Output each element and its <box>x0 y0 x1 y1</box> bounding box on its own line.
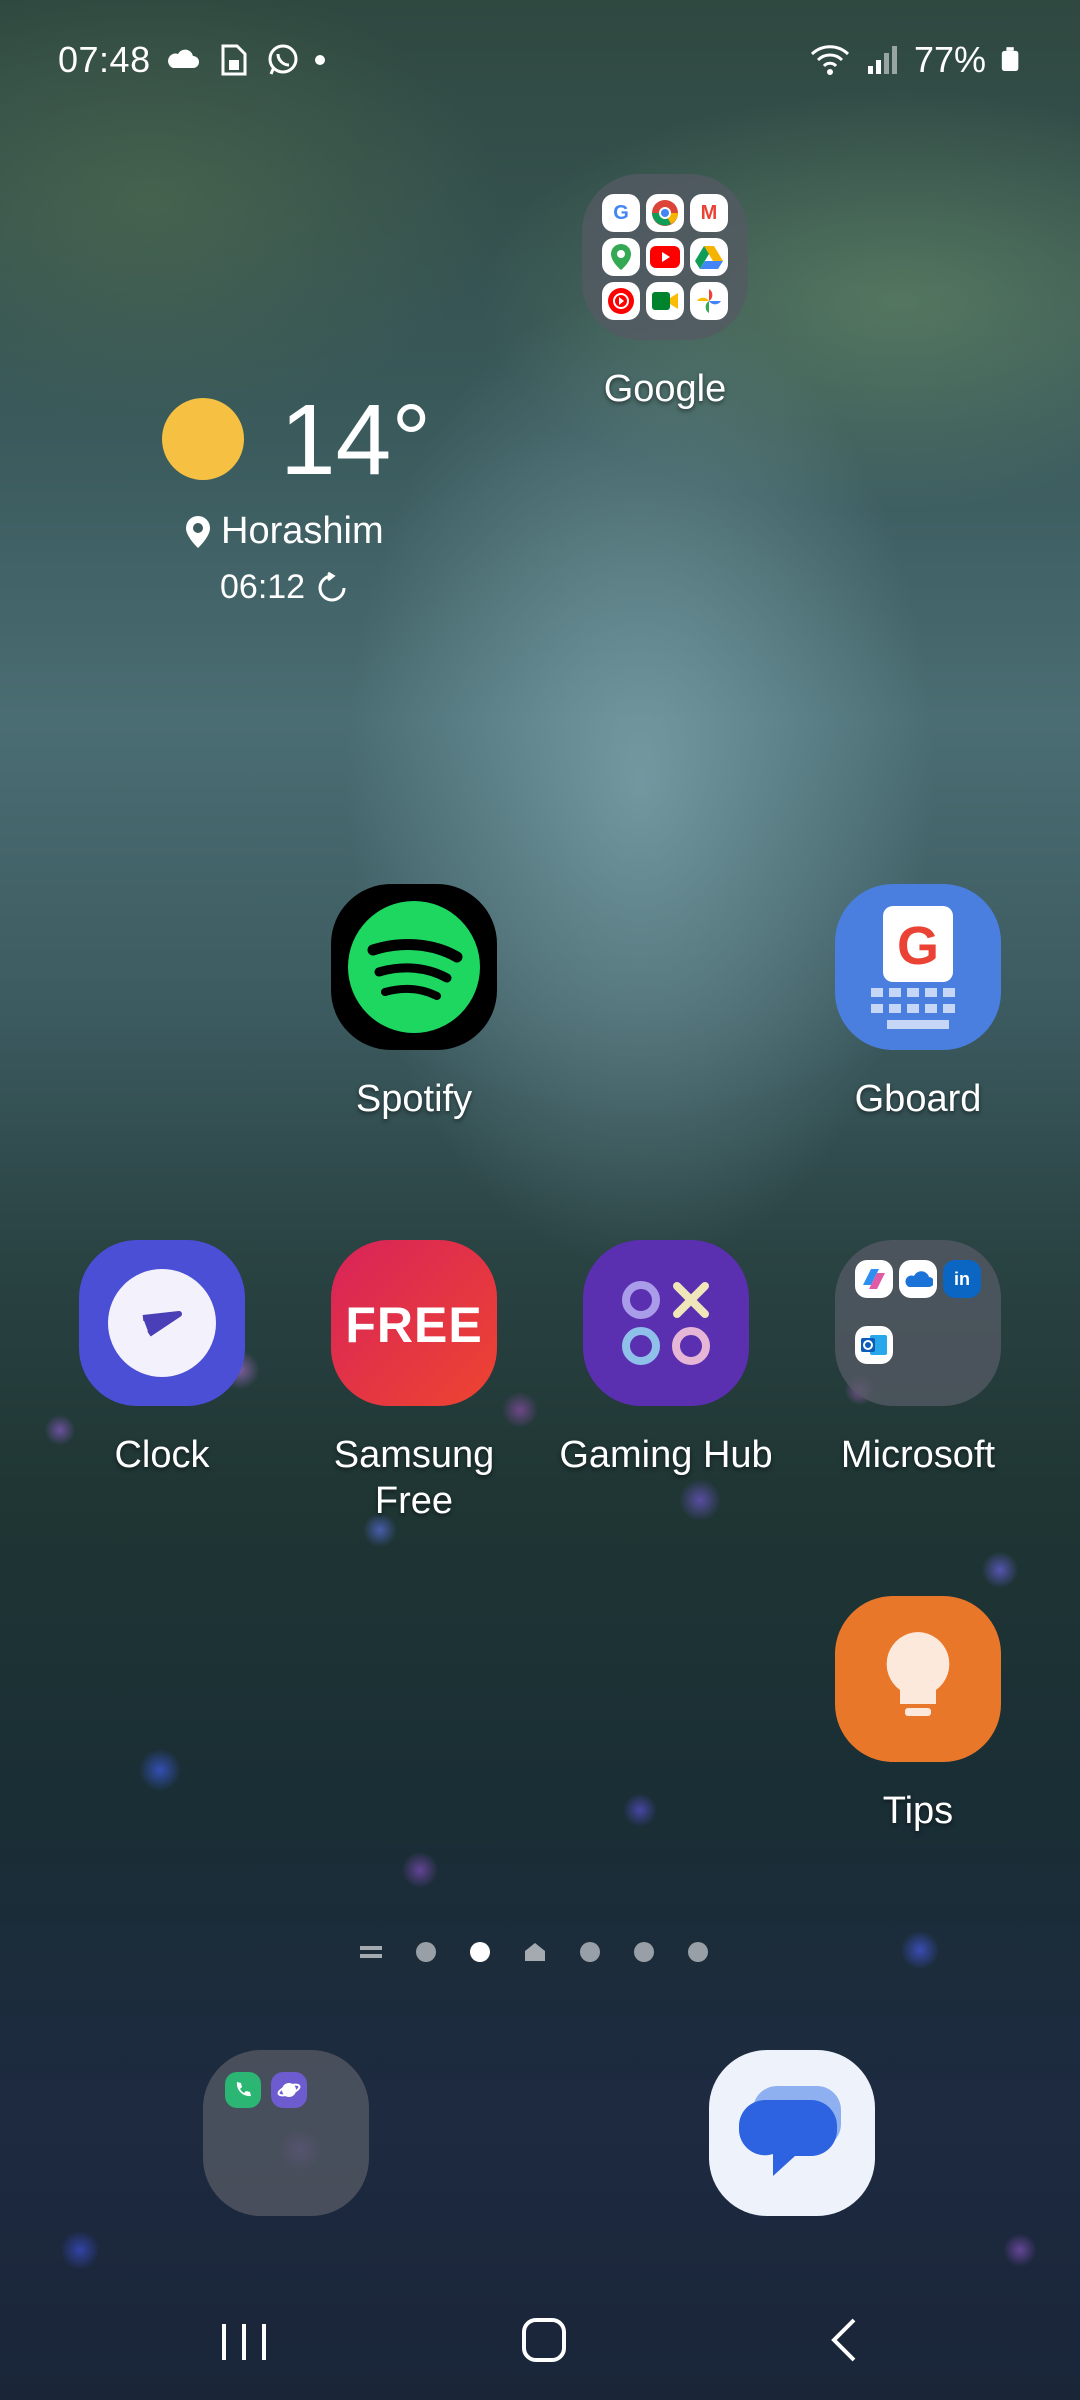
page-dot[interactable] <box>688 1942 708 1962</box>
page-dot[interactable] <box>634 1942 654 1962</box>
tips-app[interactable]: Tips <box>798 1596 1038 1834</box>
back-icon[interactable] <box>806 2310 886 2370</box>
weather-widget[interactable]: 14° Horashim 06:12 <box>160 390 460 630</box>
tips-icon <box>835 1596 1001 1762</box>
page-dot[interactable] <box>416 1942 436 1962</box>
clock-app[interactable]: Clock <box>42 1240 282 1478</box>
maps-icon <box>602 238 640 276</box>
gaming-hub-label: Gaming Hub <box>559 1434 773 1476</box>
messages-app[interactable] <box>672 2050 912 2216</box>
google-folder[interactable]: G M Google <box>545 174 785 412</box>
notification-dot-icon <box>314 55 325 65</box>
tips-label: Tips <box>882 1790 954 1832</box>
sun-icon <box>162 398 244 480</box>
sim-icon <box>221 44 247 76</box>
outlook-icon <box>855 1326 893 1364</box>
gboard-app[interactable]: G Gboard <box>798 884 1038 1122</box>
status-bar: 07:48 77% <box>0 0 1080 120</box>
gboard-label: Gboard <box>854 1078 982 1120</box>
photos-icon <box>690 282 728 320</box>
weather-location: Horashim <box>185 510 384 553</box>
google-folder-icon: G M <box>582 174 748 340</box>
meet-icon <box>646 282 684 320</box>
battery-percent: 77% <box>913 39 986 80</box>
whatsapp-icon <box>268 44 298 75</box>
navigation-bar <box>0 2280 1080 2400</box>
page-indicator[interactable] <box>360 1942 708 1962</box>
chrome-icon <box>646 194 684 232</box>
youtube-icon <box>646 238 684 276</box>
weather-temperature: 14° <box>280 384 432 496</box>
google-folder-label: Google <box>603 368 727 410</box>
linkedin-icon: in <box>943 1260 981 1298</box>
gaming-hub-app[interactable]: Gaming Hub <box>546 1240 786 1478</box>
weather-updated: 06:12 <box>220 568 349 607</box>
home-page-lines-icon <box>360 1946 382 1958</box>
youtube-music-icon <box>602 282 640 320</box>
samsung-free-icon-text: FREE <box>345 1297 483 1353</box>
clock-label: Clock <box>114 1434 210 1476</box>
drive-icon <box>690 238 728 276</box>
page-dot-current[interactable] <box>470 1942 490 1962</box>
samsung-free-label: Samsung Free <box>333 1434 495 1522</box>
microsoft-folder[interactable]: in Microsoft <box>798 1240 1038 1478</box>
phone-icon <box>225 2072 261 2108</box>
clock-icon <box>79 1240 245 1406</box>
page-dot[interactable] <box>580 1942 600 1962</box>
gboard-icon: G <box>835 884 1001 1050</box>
microsoft-folder-label: Microsoft <box>840 1434 996 1476</box>
svg-text:G: G <box>897 916 939 976</box>
weather-updated-time: 06:12 <box>220 568 306 606</box>
home-icon[interactable] <box>504 2310 584 2370</box>
dock-folder-icon <box>203 2050 369 2216</box>
gmail-icon: M <box>690 194 728 232</box>
spotify-app[interactable]: Spotify <box>294 884 534 1122</box>
gaming-hub-icon <box>583 1240 749 1406</box>
weather-location-label: Horashim <box>221 510 384 552</box>
refresh-icon[interactable] <box>315 571 349 605</box>
location-pin-icon <box>186 515 210 548</box>
copilot-icon <box>855 1260 893 1298</box>
samsung-free-app[interactable]: FREE Samsung Free <box>294 1240 534 1524</box>
wifi-icon <box>810 45 849 75</box>
microsoft-folder-icon: in <box>835 1240 1001 1406</box>
samsung-free-icon: FREE <box>331 1240 497 1406</box>
dock-folder[interactable] <box>166 2050 406 2216</box>
recent-apps-icon[interactable] <box>204 2310 284 2370</box>
battery-icon <box>1001 47 1019 71</box>
google-search-icon: G <box>602 194 640 232</box>
signal-icon <box>867 46 897 74</box>
spotify-icon <box>331 884 497 1050</box>
internet-icon <box>271 2072 307 2108</box>
cloud-icon <box>167 49 199 68</box>
messages-icon <box>709 2050 875 2216</box>
status-time: 07:48 <box>58 39 151 80</box>
spotify-label: Spotify <box>355 1078 473 1120</box>
home-page-icon[interactable] <box>524 1942 546 1962</box>
onedrive-icon <box>899 1260 937 1298</box>
